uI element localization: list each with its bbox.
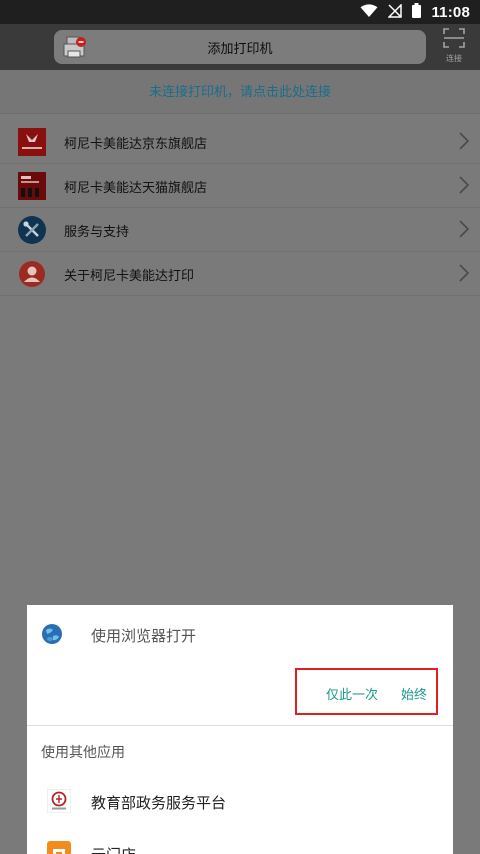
app-option-label: 教育部政务服务平台: [91, 794, 227, 812]
chevron-right-icon: [458, 131, 470, 151]
yunmendian-app-icon: [47, 841, 71, 854]
status-bar: 11:08: [0, 0, 480, 24]
status-time: 11:08: [431, 3, 470, 21]
no-signal-icon: [387, 2, 403, 22]
chevron-right-icon: [458, 263, 470, 283]
scan-button[interactable]: 连接: [440, 28, 468, 66]
menu-item-label: 柯尼卡美能达京东旗舰店: [64, 137, 208, 152]
add-printer-button[interactable]: 添加打印机: [54, 30, 426, 64]
battery-icon: [412, 2, 422, 22]
wifi-icon: [360, 3, 378, 22]
user-icon: [18, 260, 46, 288]
scan-icon: [443, 28, 465, 52]
dialog-divider: [27, 725, 453, 726]
tmall-store-logo: [18, 172, 46, 200]
scan-label: 连接: [446, 54, 462, 63]
moe-app-icon: [46, 788, 72, 814]
app-option-label: 云门店: [91, 844, 136, 854]
menu-item-label: 柯尼卡美能达天猫旗舰店: [64, 181, 208, 196]
menu-item-jd-store[interactable]: 柯尼卡美能达京东旗舰店: [0, 120, 480, 164]
action-buttons-highlight: 仅此一次 始终: [295, 668, 438, 715]
menu-item-label: 服务与支持: [64, 225, 130, 240]
browser-globe-icon: [41, 623, 63, 645]
connect-printer-link[interactable]: 未连接打印机，请点击此处连接: [0, 81, 480, 100]
just-once-button[interactable]: 仅此一次: [326, 684, 378, 703]
other-apps-heading: 使用其他应用: [41, 745, 125, 761]
add-printer-label: 添加打印机: [207, 42, 273, 57]
browser-option[interactable]: 使用浏览器打开: [27, 605, 453, 663]
menu-item-label: 关于柯尼卡美能达打印: [64, 269, 195, 284]
status-icons: 11:08: [360, 2, 470, 22]
menu-item-tmall-store[interactable]: 柯尼卡美能达天猫旗舰店: [0, 164, 480, 208]
app-option-moe[interactable]: 教育部政务服务平台: [27, 779, 453, 823]
tools-icon: [18, 216, 46, 244]
chevron-right-icon: [458, 219, 470, 239]
always-button[interactable]: 始终: [401, 684, 427, 703]
app-option-yunmendian[interactable]: 云门店: [27, 831, 453, 854]
menu-item-service-support[interactable]: 服务与支持: [0, 208, 480, 252]
open-with-dialog: 使用浏览器打开 仅此一次 始终 使用其他应用 教育部政务服务平台 云门店: [27, 605, 453, 854]
menu-list: 柯尼卡美能达京东旗舰店 柯尼卡美能达天猫旗舰店 服务与支持 关于柯尼卡美能达打印: [0, 120, 480, 296]
jd-store-logo: [18, 128, 46, 156]
menu-item-about[interactable]: 关于柯尼卡美能达打印: [0, 252, 480, 296]
chevron-right-icon: [458, 175, 470, 195]
browser-option-label: 使用浏览器打开: [91, 627, 197, 645]
connect-printer-banner[interactable]: 未连接打印机，请点击此处连接: [0, 70, 480, 114]
app-header: 添加打印机 连接: [0, 24, 480, 70]
